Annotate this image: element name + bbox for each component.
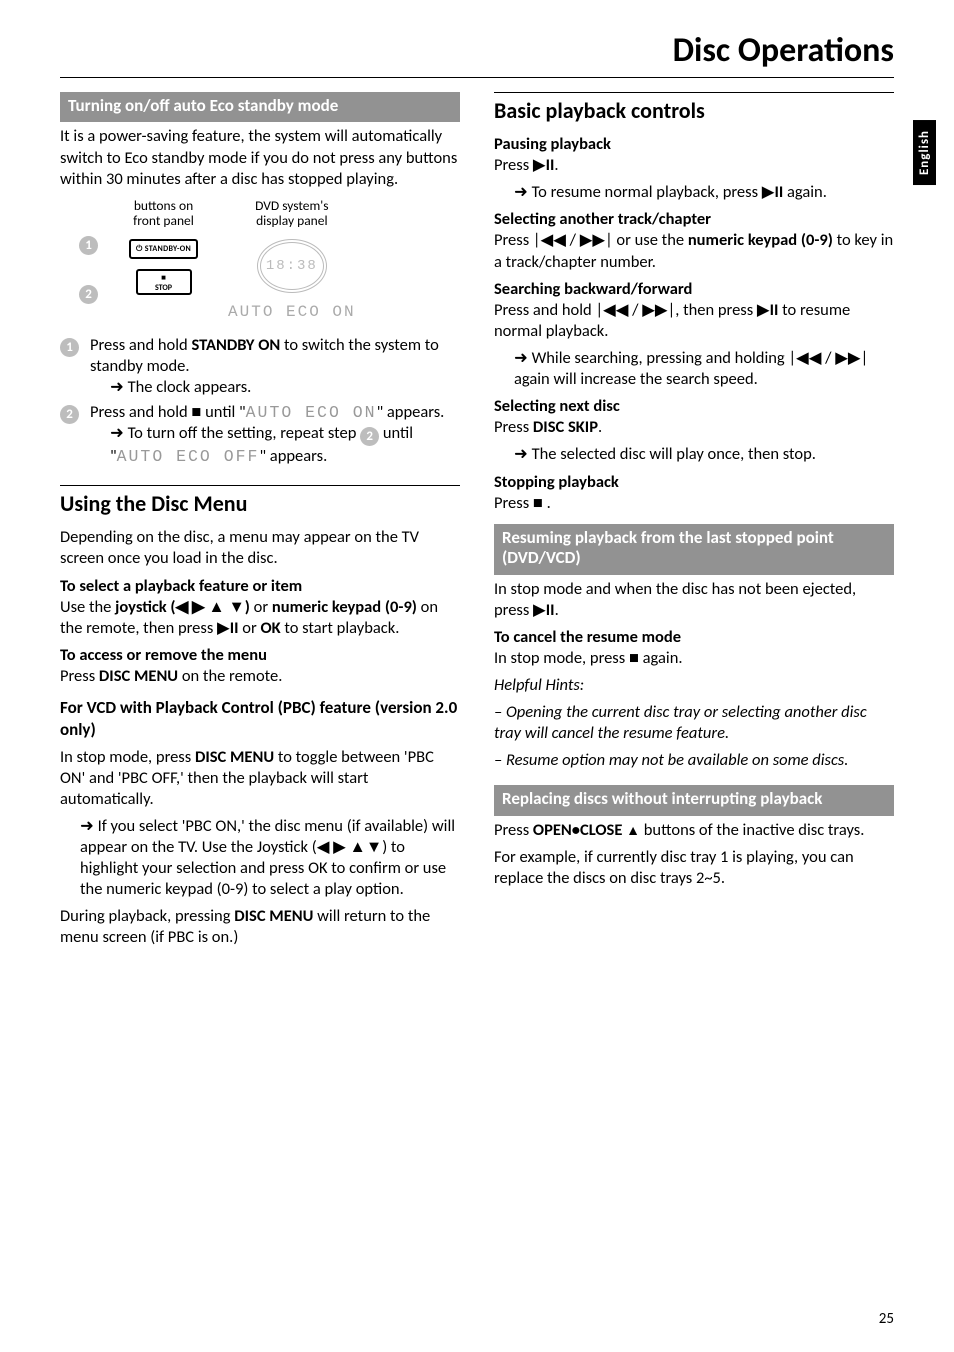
step-badge-2: 2: [79, 285, 98, 304]
replace-body-1: Press OPEN•CLOSE ▲ buttons of the inacti…: [494, 820, 894, 841]
stop-button-graphic: ■STOP: [136, 269, 192, 295]
pausing-block: Pausing playback Press ▶II.: [494, 134, 894, 176]
next-disc-note: ➜ The selected disc will play once, then…: [494, 444, 894, 465]
disc-menu-intro: Depending on the disc, a menu may appear…: [60, 527, 460, 569]
resume-body: In stop mode and when the disc has not b…: [494, 579, 894, 621]
step-1-badge: 1: [60, 338, 79, 357]
search-block: Searching backward/forward Press and hol…: [494, 279, 894, 342]
eco-standby-heading: Turning on/off auto Eco standby mode: [60, 92, 460, 122]
replace-body-2: For example, if currently disc tray 1 is…: [494, 847, 894, 889]
basic-playback-title: Basic playback controls: [494, 97, 894, 124]
pausing-resume: ➜ To resume normal playback, press ▶II a…: [494, 182, 894, 203]
step-2-badge: 2: [60, 405, 79, 424]
hints-head: Helpful Hints:: [494, 675, 894, 696]
select-track-block: Selecting another track/chapter Press |◀…: [494, 209, 894, 272]
access-menu: To access or remove the menu Press DISC …: [60, 645, 460, 687]
right-column: Basic playback controls Pausing playback…: [494, 92, 894, 955]
standby-on-button-graphic: ⏻ STANDBY-ON: [129, 239, 198, 259]
pbc-on-note: ➜ If you select 'PBC ON,' the disc menu …: [60, 816, 460, 900]
step-1-text: Press and hold STANDBY ON to switch the …: [90, 335, 460, 398]
hint-1: – Opening the current disc tray or selec…: [494, 702, 894, 744]
cancel-resume-block: To cancel the resume mode In stop mode, …: [494, 627, 894, 669]
replace-heading: Replacing discs without interrupting pla…: [494, 785, 894, 815]
step-1-result: ➜ The clock appears.: [90, 377, 460, 398]
left-column: Turning on/off auto Eco standby mode It …: [60, 92, 460, 955]
hint-2: – Resume option may not be available on …: [494, 750, 894, 771]
step-2-text: Press and hold ■ until "AUTO ECO ON" app…: [90, 402, 460, 467]
pbc-toggle: In stop mode, press DISC MENU to toggle …: [60, 747, 460, 810]
stopping-block: Stopping playback Press ■ .: [494, 472, 894, 514]
step-badge-1: 1: [79, 236, 98, 255]
page-title: Disc Operations: [60, 30, 894, 78]
step-2-result: ➜ To turn off the setting, repeat step 2…: [90, 423, 460, 467]
eco-intro: It is a power-saving feature, the system…: [60, 126, 460, 189]
auto-eco-display-graphic: AUTO ECO ON: [228, 303, 356, 321]
language-tab: English: [913, 120, 936, 185]
next-disc-block: Selecting next disc Press DISC SKIP.: [494, 396, 894, 438]
select-feature: To select a playback feature or item Use…: [60, 576, 460, 639]
eco-diagram: 1 2 buttons on front panel ⏻ STANDBY-ON …: [66, 198, 460, 321]
page-number: 25: [879, 1310, 894, 1328]
resume-heading: Resuming playback from the last stopped …: [494, 524, 894, 575]
search-speed-note: ➜ While searching, pressing and holding …: [494, 348, 894, 390]
eject-icon: ▲: [626, 822, 640, 839]
diagram-label-buttons: buttons on front panel: [133, 198, 194, 229]
disc-menu-title: Using the Disc Menu: [60, 490, 460, 517]
clock-display-graphic: 18:38: [257, 239, 327, 293]
pbc-heading: For VCD with Playback Control (PBC) feat…: [60, 697, 460, 741]
diagram-label-display: DVD system's display panel: [255, 198, 328, 229]
pbc-during-playback: During playback, pressing DISC MENU will…: [60, 906, 460, 948]
